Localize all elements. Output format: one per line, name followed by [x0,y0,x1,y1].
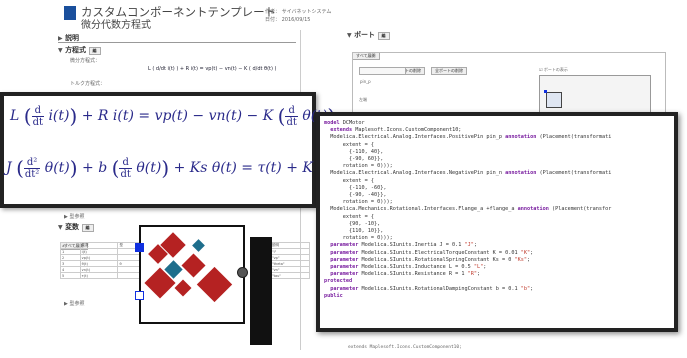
equation-electrical: L (d dt i(t)) + R i(t) = vp(t) − vn(t) − … [10,104,335,128]
code-line: parameter Modelica.SIunits.Inductance L … [330,264,487,271]
app-logo-icon [64,6,76,20]
code-line: Modelica.Mechanics.Rotational.Interfaces… [324,206,612,213]
code-line: rotation = 0))); [324,235,393,242]
diamond-shape [192,239,205,252]
code-line: Modelica.Electrical.Analog.Interfaces.Ne… [324,170,612,177]
diamond-shape [174,279,192,297]
section-port[interactable]: ▼ ポート 編 [347,30,390,40]
diamond-shape [196,266,233,303]
code-line: model DCMotor [324,120,365,126]
divider [58,42,296,43]
code-line: public [324,292,343,299]
port-panel: ポートの追加 ポートの削除 全ポートの削除 pin_p ☑ ポートの表示 左端 [352,52,666,115]
show-ports-checkbox[interactable]: ☑ ポートの表示 [539,67,568,73]
component-block-icon[interactable] [135,225,248,324]
modelica-code-panel[interactable]: model DCMotor extends Maplesoft.Icons.Cu… [316,112,678,332]
code-line: parameter Modelica.SIunits.Resistance R … [330,271,481,278]
code-line: parameter Modelica.SIunits.ElectricalTor… [330,249,534,256]
code-listing: model DCMotor extends Maplesoft.Icons.Cu… [324,120,611,300]
port-edit-button[interactable]: 編 [377,32,390,40]
code-line: Modelica.Electrical.Analog.Interfaces.Po… [324,134,612,141]
diff-eq-label: 微分方程式： [70,58,101,64]
code-line: extent = { [324,177,374,184]
edit-button[interactable]: 編 [88,47,101,55]
block-shadow [250,237,272,345]
code-line: extent = { [324,213,374,220]
code-line: {-90, 60}}, [324,156,384,163]
pin-p-port-icon[interactable] [135,243,144,252]
code-line: extends Maplesoft.Icons.CustomComponent1… [330,127,462,134]
pin-n-port-icon[interactable] [135,291,144,300]
section-variables[interactable]: ▼ 変数 編 [58,222,94,232]
port-select[interactable]: pin_p [359,67,406,84]
section-references-bottom[interactable]: ▶ 型参照 [64,300,84,307]
code-line: {110, 10}}, [324,228,384,235]
diamond-shape [181,253,206,278]
code-line: rotation = 0))); [324,199,393,206]
mini-equation: L ( d/dt i(t) ) + R i(t) = vp(t) − vn(t)… [148,66,277,72]
port-preview-block [546,92,562,108]
port-marker [544,90,547,93]
code-line: {-90, -40}}, [324,192,387,199]
section-references-top[interactable]: ▶ 型参照 [64,213,84,220]
code-line: {-110, -60}, [324,184,387,191]
port-side-label: 左端 [359,97,367,102]
equation-display-panel: L (d dt i(t)) + R i(t) = vp(t) − vn(t) − … [0,92,338,208]
code-line: parameter Modelica.SIunits.RotationalSpr… [330,256,531,263]
variables-edit-button[interactable]: 編 [81,224,94,232]
bottom-code-line: extends Maplesoft.Icons.CustomComponent1… [348,345,462,350]
port-remove-all-button[interactable]: 全ポートの削除 [431,57,467,76]
code-line: protected [324,278,353,285]
variables-table: # 変数型 1 i(t) 2 vp(t) 3 θ(t) θ 4 vn(t) 5 τ(t) [60,242,140,279]
code-line: {-110, 40}, [324,148,384,155]
code-line: rotation = 0))); [324,163,393,170]
code-line: {90, -10}, [324,220,381,227]
code-line: parameter Modelica.SIunits.RotationalDam… [330,285,534,292]
variables-value-table: 説明 "i" "vp" "theta" "vn" "tau" [270,242,310,279]
code-line: parameter Modelica.SIunits.Inertia J = 0… [330,242,478,249]
equation-mechanical: J (d² dt² θ(t)) + b (d dt θ(t)) + Ks θ(t) … [6,156,339,180]
author-label: 作者： サイバネットシステム [265,9,332,15]
torque-eq-label: トルク方程式： [70,81,106,87]
date-label: 日付： 2016/09/15 [265,17,311,23]
code-line: extent = { [324,141,374,148]
port-preview-canvas[interactable] [539,75,651,115]
section-equations[interactable]: ▼ 方程式 編 [58,45,101,55]
page-subtitle: 微分代数方程式 [81,20,151,31]
flange-a-port-icon[interactable] [237,267,248,278]
